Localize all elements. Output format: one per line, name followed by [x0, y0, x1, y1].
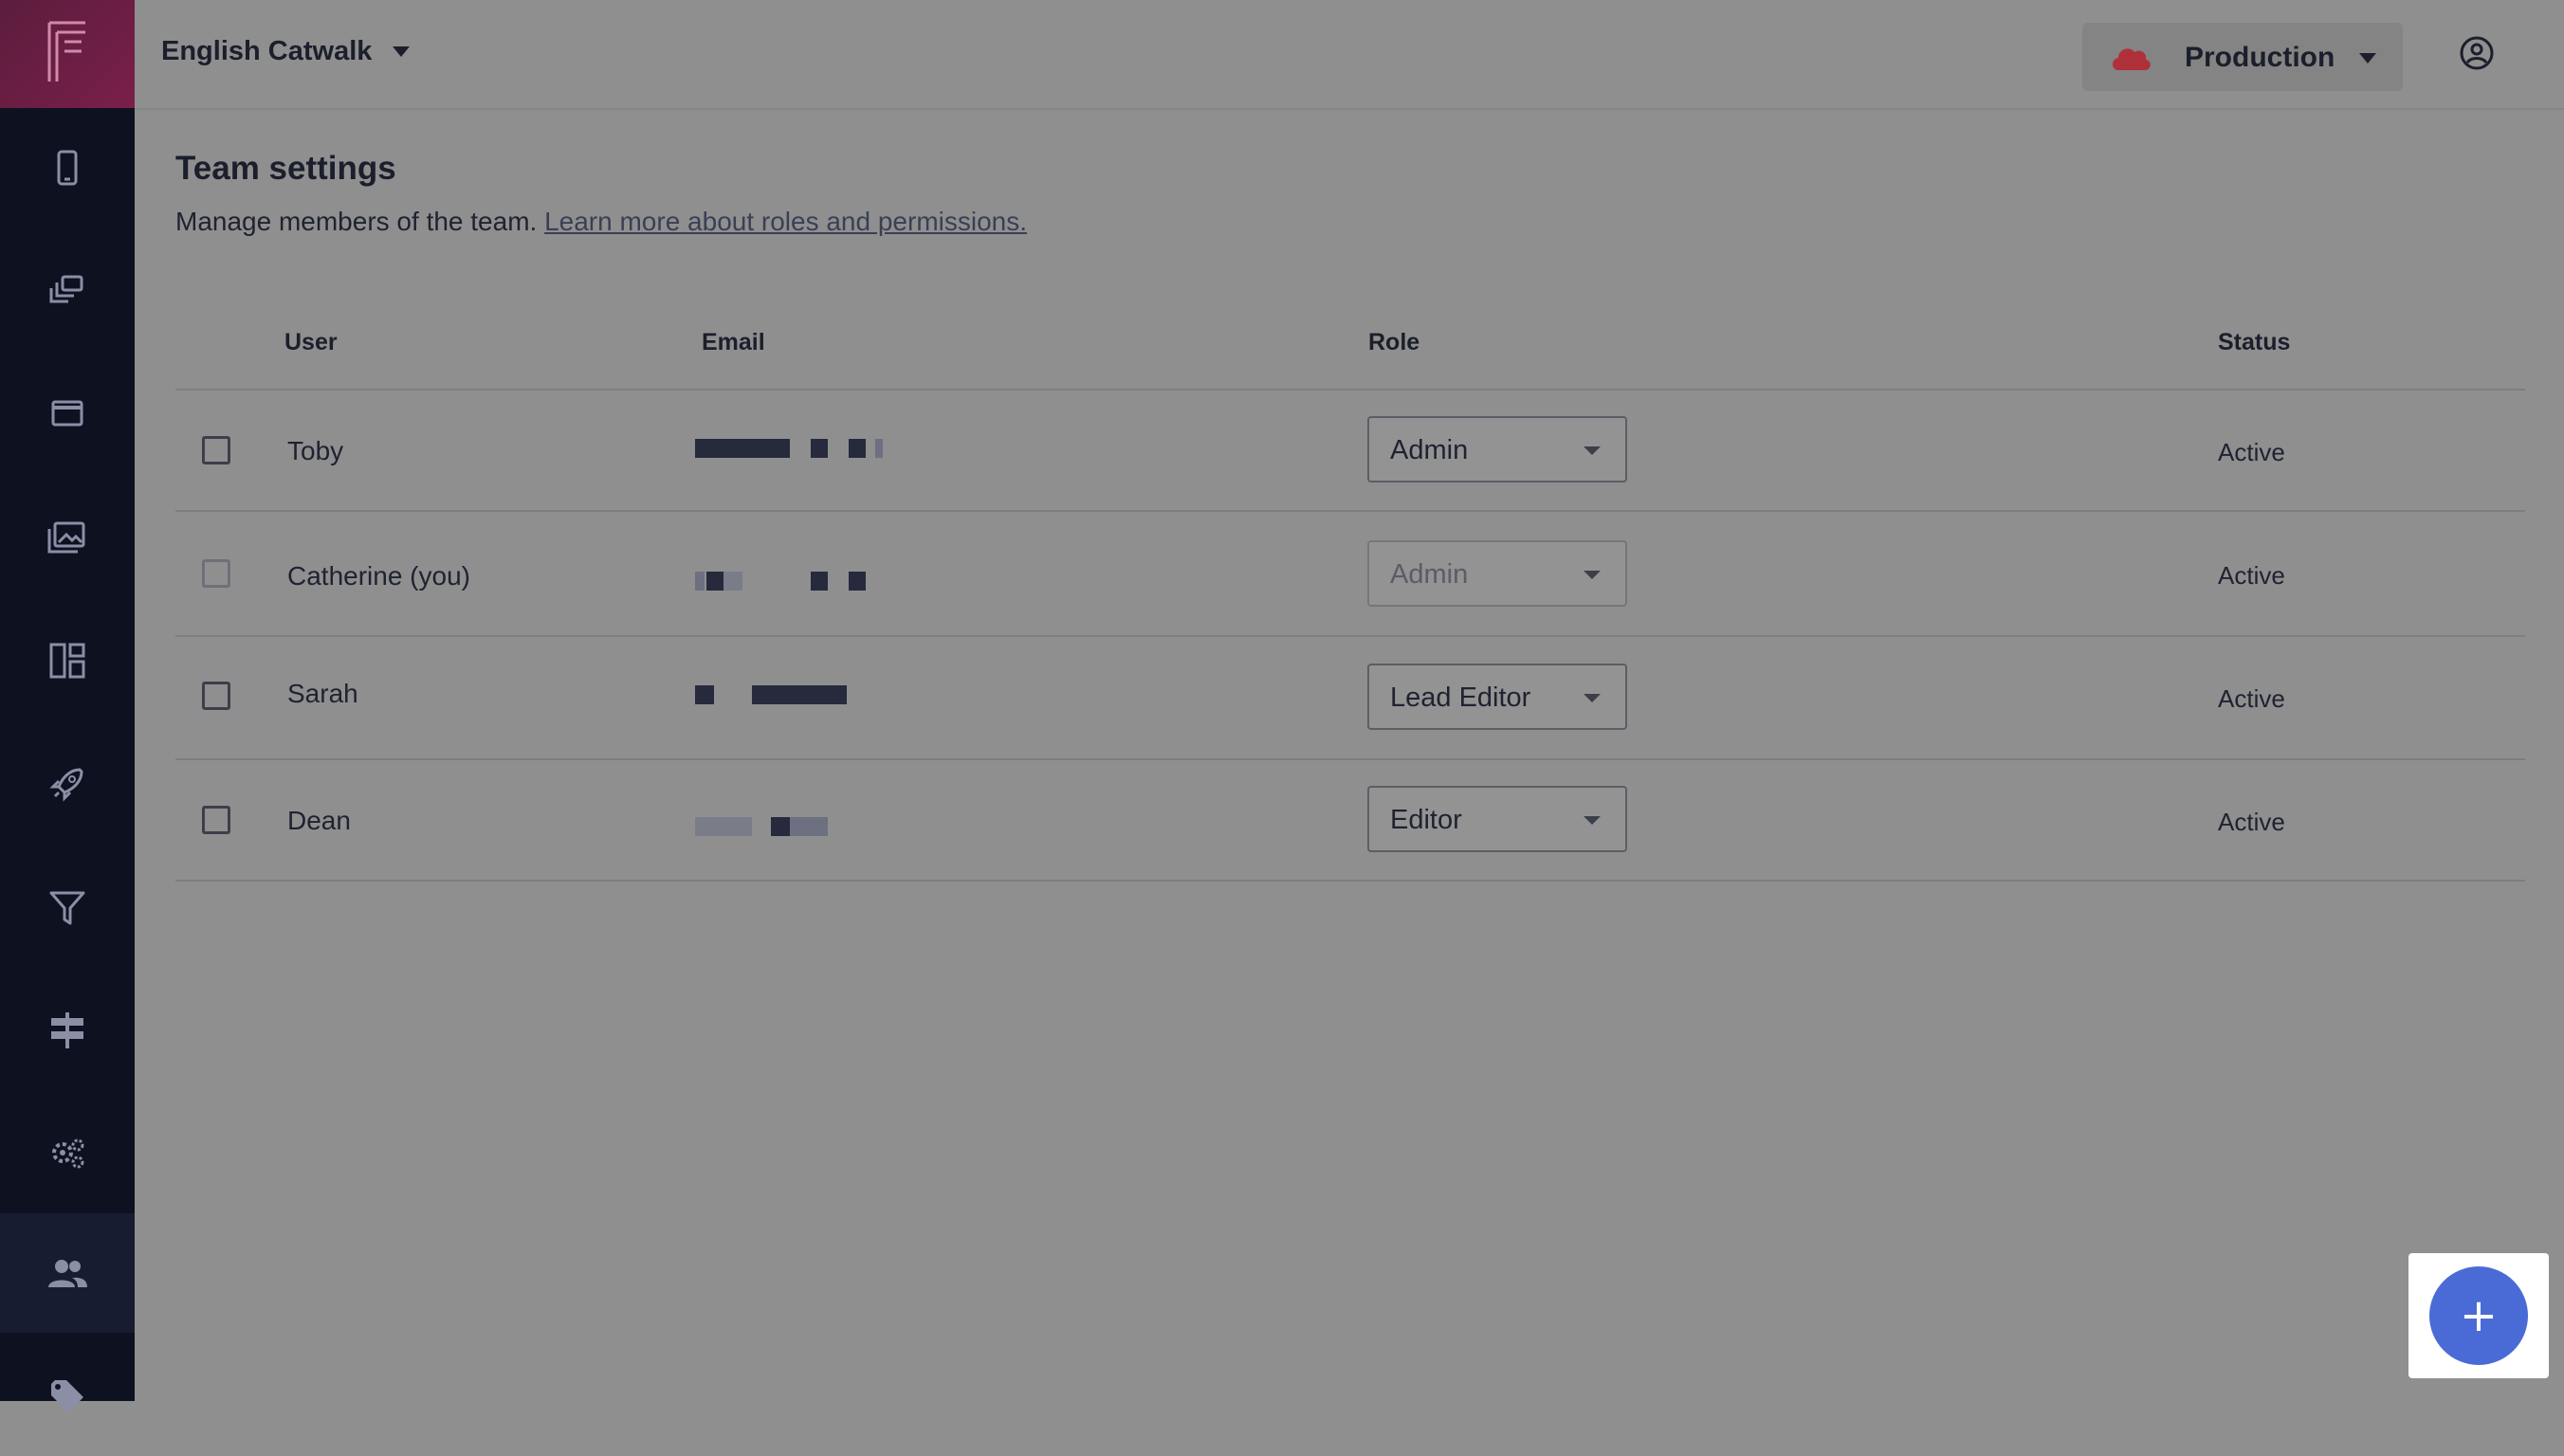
settings-icon: [52, 1138, 84, 1169]
sidebar-item-team[interactable]: [0, 1213, 135, 1333]
column-header-user: User: [284, 329, 338, 355]
status-text: Active: [2218, 684, 2285, 713]
chevron-down-icon: [393, 46, 411, 57]
sidebar-item-tags[interactable]: [0, 1337, 135, 1456]
column-header-email: Email: [702, 329, 765, 355]
window-icon: [51, 400, 83, 427]
row-divider: [175, 758, 2525, 760]
role-dropdown: Admin: [1367, 540, 1627, 607]
column-header-role: Role: [1368, 329, 1420, 355]
subtitle-text: Manage members of the team.: [175, 207, 538, 236]
sidebar-item-collections[interactable]: [0, 231, 135, 351]
status-text: Active: [2218, 808, 2285, 836]
sidebar-item-routing[interactable]: [0, 971, 135, 1090]
row-divider: [175, 880, 2525, 882]
team-icon: [48, 1260, 87, 1287]
role-value: Lead Editor: [1390, 682, 1531, 713]
row-checkbox[interactable]: [202, 682, 230, 710]
plus-icon: +: [2459, 1289, 2499, 1342]
add-member-button[interactable]: +: [2429, 1266, 2528, 1365]
row-divider: [175, 510, 2525, 512]
top-bar: English Catwalk Production: [135, 0, 2564, 110]
role-value: Editor: [1390, 805, 1462, 835]
logo-icon: [47, 21, 85, 82]
role-dropdown[interactable]: Editor: [1367, 786, 1627, 852]
header-divider: [175, 389, 2525, 391]
page-subtitle: Manage members of the team. Learn more a…: [175, 207, 1027, 237]
sidebar-item-screens[interactable]: [0, 355, 135, 474]
chevron-down-icon: [1584, 446, 1601, 455]
row-checkbox[interactable]: [202, 806, 230, 834]
project-name: English Catwalk: [161, 36, 373, 66]
images-icon: [47, 521, 85, 554]
role-value: Admin: [1390, 435, 1469, 465]
role-value: Admin: [1390, 559, 1469, 590]
role-dropdown[interactable]: Lead Editor: [1367, 664, 1627, 730]
filter-icon: [49, 891, 85, 925]
sidebar-item-media[interactable]: [0, 478, 135, 597]
sidebar-item-settings[interactable]: [0, 1094, 135, 1213]
sidebar: [0, 0, 135, 1412]
row-checkbox: [202, 559, 230, 588]
chevron-down-icon: [1584, 816, 1601, 825]
add-member-highlight: +: [2408, 1253, 2549, 1378]
rocket-icon: [49, 768, 83, 802]
status-text: Active: [2218, 438, 2285, 466]
user-name: Catherine (you): [287, 561, 470, 591]
mobile-icon: [57, 150, 78, 186]
row-divider: [175, 635, 2525, 637]
chevron-down-icon: [1584, 571, 1601, 579]
project-selector[interactable]: English Catwalk: [161, 36, 411, 67]
tag-icon: [51, 1380, 83, 1412]
user-name: Toby: [287, 436, 344, 465]
status-text: Active: [2218, 561, 2285, 590]
sidebar-item-filters[interactable]: [0, 847, 135, 967]
chevron-down-icon: [1584, 694, 1601, 702]
environment-name: Production: [2185, 42, 2335, 73]
account-icon[interactable]: [2458, 34, 2496, 72]
page-title: Team settings: [175, 150, 396, 187]
learn-more-link[interactable]: Learn more about roles and permissions.: [544, 207, 1027, 236]
gallery-stack-icon: [49, 275, 83, 303]
user-name: Sarah: [287, 679, 358, 708]
environment-selector[interactable]: Production: [2082, 23, 2403, 91]
sidebar-item-releases[interactable]: [0, 724, 135, 844]
chevron-down-icon: [2359, 53, 2376, 64]
user-name: Dean: [287, 806, 351, 835]
sidebar-item-devices[interactable]: [0, 108, 135, 228]
role-dropdown[interactable]: Admin: [1367, 416, 1627, 482]
signpost-icon: [51, 1012, 83, 1048]
logo[interactable]: [0, 0, 135, 108]
sidebar-item-layouts[interactable]: [0, 601, 135, 720]
cloud-icon: [2113, 48, 2151, 70]
dashboard-icon: [49, 643, 85, 679]
row-checkbox[interactable]: [202, 436, 230, 464]
column-header-status: Status: [2218, 329, 2291, 355]
